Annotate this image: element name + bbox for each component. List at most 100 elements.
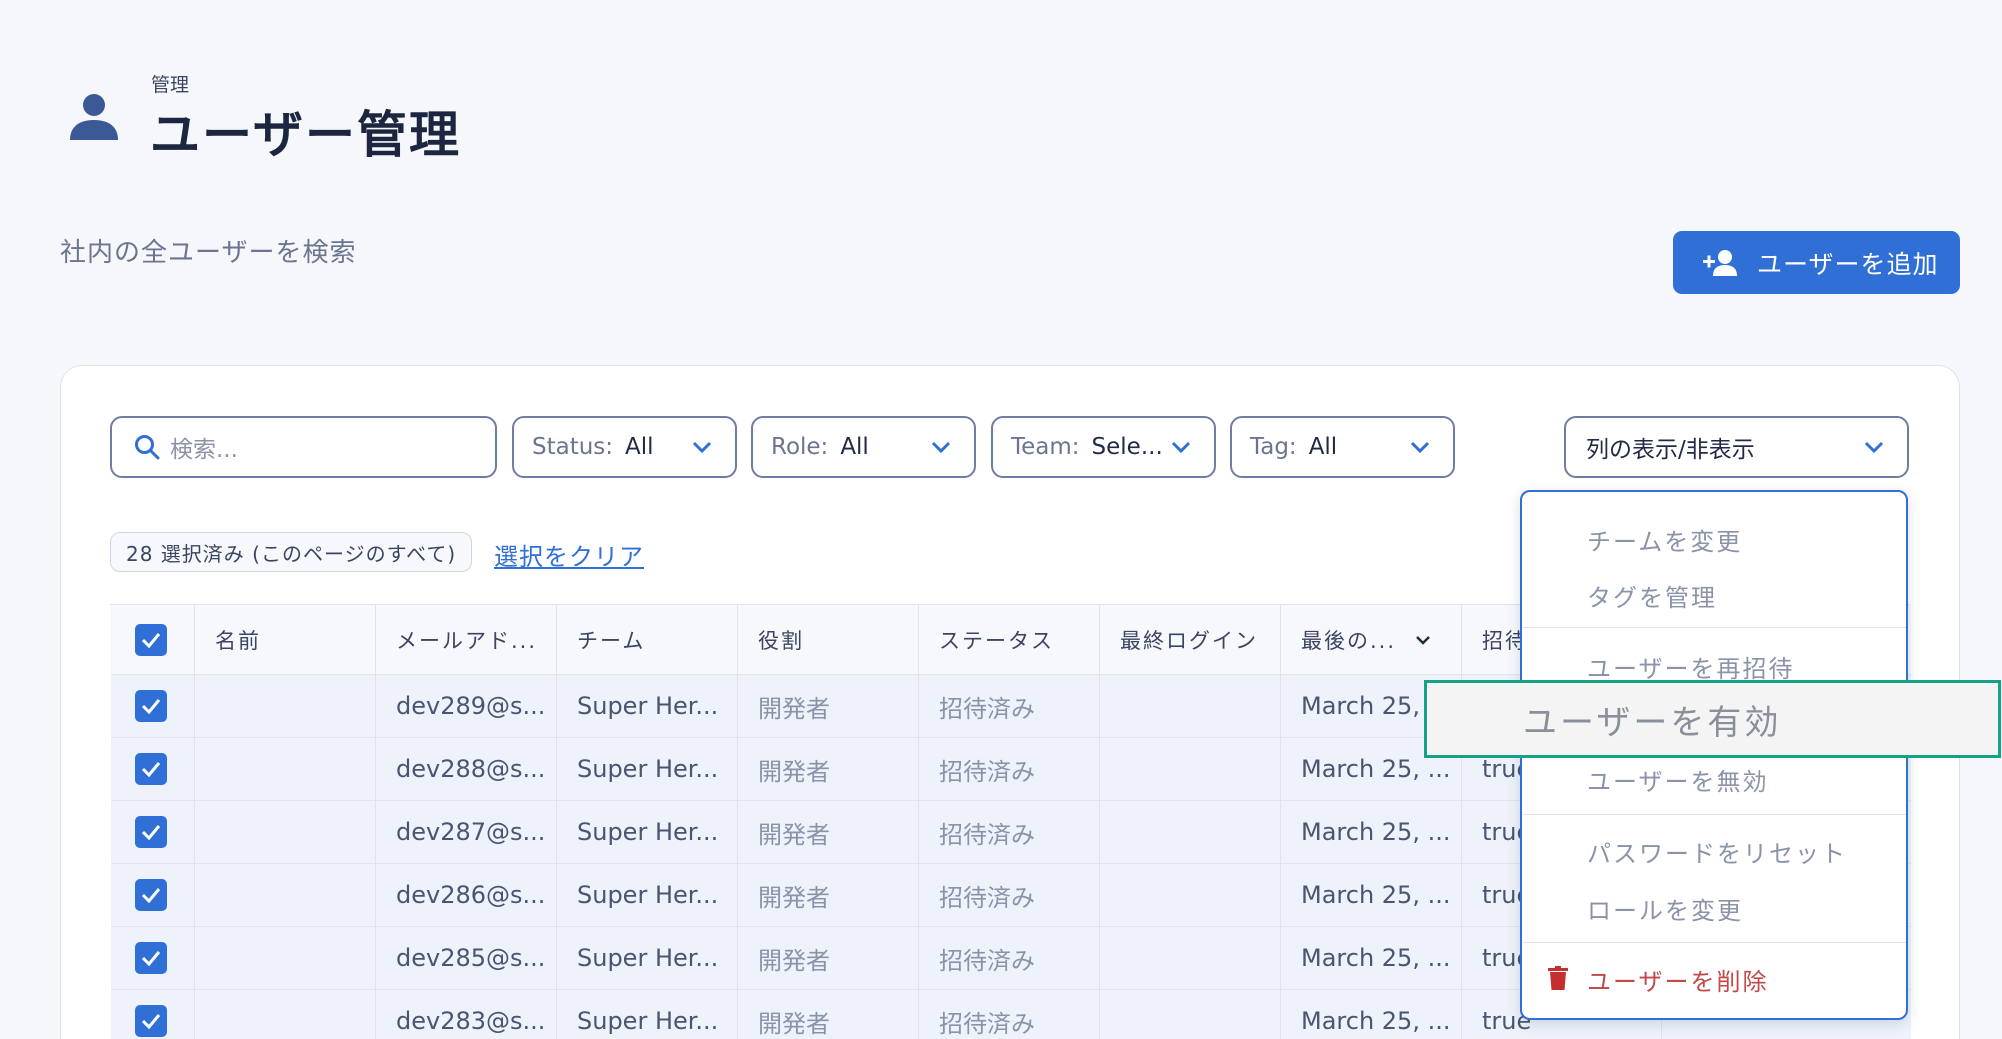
team-filter[interactable]: Team: Sele... — [991, 416, 1216, 478]
cell-name — [195, 927, 376, 989]
role-filter-value: All — [840, 434, 869, 460]
cell-last: March 25, ... — [1281, 864, 1462, 926]
cell-status: 招待済み — [919, 864, 1100, 926]
select-all-checkbox[interactable] — [111, 605, 195, 674]
cell-team: Super Her... — [557, 927, 738, 989]
column-header-status[interactable]: ステータス — [919, 605, 1100, 674]
cell-status: 招待済み — [919, 801, 1100, 863]
cell-last-login — [1100, 864, 1281, 926]
cell-name — [195, 864, 376, 926]
menu-item-disable[interactable]: ユーザーを無効 — [1587, 762, 1769, 797]
cell-email: dev286@s... — [376, 864, 557, 926]
row-checkbox[interactable] — [111, 990, 195, 1039]
team-filter-value: Sele... — [1091, 434, 1163, 460]
breadcrumb: 管理 — [151, 74, 190, 96]
menu-item-change-role[interactable]: ロールを変更 — [1587, 891, 1743, 926]
cell-name — [195, 990, 376, 1039]
row-checkbox[interactable] — [111, 675, 195, 737]
menu-item-reinvite[interactable]: ユーザーを再招待 — [1587, 649, 1795, 684]
chevron-down-icon — [1171, 441, 1191, 454]
check-icon — [141, 699, 161, 715]
check-icon — [141, 888, 161, 904]
cell-role: 開発者 — [738, 864, 919, 926]
cell-email: dev287@s... — [376, 801, 557, 863]
menu-item-enable-highlighted[interactable]: ユーザーを有効 — [1424, 680, 2001, 758]
menu-item-change-team[interactable]: チームを変更 — [1587, 522, 1742, 557]
cell-status: 招待済み — [919, 675, 1100, 737]
menu-item-delete[interactable]: ユーザーを削除 — [1587, 962, 1769, 997]
status-filter[interactable]: Status: All — [512, 416, 737, 478]
chevron-down-icon — [931, 441, 951, 454]
columns-toggle[interactable]: 列の表示/非表示 — [1564, 416, 1909, 478]
cell-role: 開発者 — [738, 738, 919, 800]
tag-filter-label: Tag: — [1250, 434, 1297, 460]
selection-badge: 28 選択済み (このページのすべて) — [110, 532, 473, 572]
columns-toggle-label: 列の表示/非表示 — [1586, 437, 1755, 463]
tag-filter-value: All — [1308, 434, 1338, 460]
tag-filter[interactable]: Tag: All — [1230, 416, 1455, 478]
cell-last-login — [1100, 990, 1281, 1039]
add-user-button[interactable]: ユーザーを追加 — [1673, 231, 1960, 294]
check-icon — [141, 951, 161, 967]
column-header-role[interactable]: 役割 — [738, 605, 919, 674]
team-filter-label: Team: — [1011, 434, 1080, 460]
menu-item-manage-tags[interactable]: タグを管理 — [1587, 578, 1717, 613]
menu-divider — [1522, 942, 1906, 943]
cell-role: 開発者 — [738, 990, 919, 1039]
chevron-down-icon — [692, 441, 712, 454]
cell-name — [195, 738, 376, 800]
cell-last-login — [1100, 738, 1281, 800]
column-header-team[interactable]: チーム — [557, 605, 738, 674]
cell-last: March 25, ... — [1281, 990, 1462, 1039]
column-header-last[interactable]: 最後の... — [1281, 605, 1462, 674]
cell-last: March 25, ... — [1281, 927, 1462, 989]
cell-email: dev289@s... — [376, 675, 557, 737]
cell-status: 招待済み — [919, 990, 1100, 1039]
menu-divider — [1522, 627, 1906, 628]
column-header-last-login[interactable]: 最終ログイン — [1100, 605, 1281, 674]
chevron-down-icon — [1410, 441, 1430, 454]
cell-role: 開発者 — [738, 801, 919, 863]
cell-team: Super Her... — [557, 675, 738, 737]
row-checkbox[interactable] — [111, 801, 195, 863]
clear-selection-link[interactable]: 選択をクリア — [494, 537, 644, 572]
chevron-down-icon — [1416, 635, 1430, 645]
cell-last-login — [1100, 675, 1281, 737]
chevron-down-icon — [1864, 441, 1884, 454]
row-checkbox[interactable] — [111, 927, 195, 989]
role-filter-label: Role: — [771, 434, 829, 460]
check-icon — [141, 825, 161, 841]
page-title: ユーザー管理 — [150, 106, 461, 164]
cell-last-login — [1100, 927, 1281, 989]
add-user-label: ユーザーを追加 — [1757, 250, 1939, 279]
cell-team: Super Her... — [557, 801, 738, 863]
row-checkbox[interactable] — [111, 864, 195, 926]
check-icon — [141, 632, 161, 648]
check-icon — [141, 762, 161, 778]
menu-divider — [1522, 814, 1906, 815]
cell-email: dev285@s... — [376, 927, 557, 989]
check-icon — [141, 1014, 161, 1030]
cell-status: 招待済み — [919, 738, 1100, 800]
search-icon — [135, 435, 160, 460]
trash-icon — [1548, 966, 1568, 990]
cell-last-login — [1100, 801, 1281, 863]
cell-role: 開発者 — [738, 927, 919, 989]
cell-email: dev288@s... — [376, 738, 557, 800]
menu-item-reset-password[interactable]: パスワードをリセット — [1587, 834, 1847, 869]
search-placeholder: 検索... — [170, 437, 238, 463]
cell-status: 招待済み — [919, 927, 1100, 989]
user-icon — [70, 94, 118, 140]
column-header-email[interactable]: メールアド... — [376, 605, 557, 674]
search-input[interactable]: 検索... — [110, 416, 497, 478]
row-checkbox[interactable] — [111, 738, 195, 800]
status-filter-value: All — [625, 434, 654, 460]
cell-last: March 25, ... — [1281, 801, 1462, 863]
cell-team: Super Her... — [557, 738, 738, 800]
add-user-icon — [1703, 249, 1737, 276]
cell-role: 開発者 — [738, 675, 919, 737]
role-filter[interactable]: Role: All — [751, 416, 976, 478]
cell-team: Super Her... — [557, 864, 738, 926]
column-header-last-label: 最後の... — [1301, 628, 1397, 653]
column-header-name[interactable]: 名前 — [195, 605, 376, 674]
